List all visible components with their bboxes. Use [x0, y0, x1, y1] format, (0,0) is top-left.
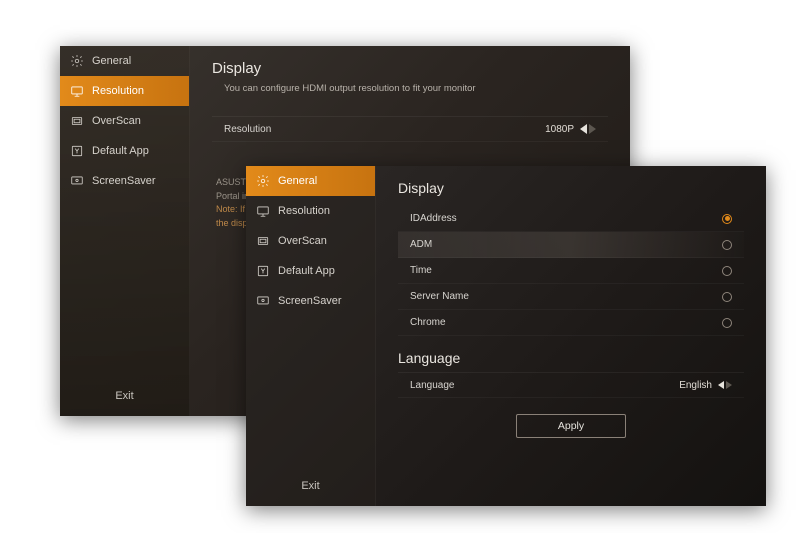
section-subtext: You can configure HDMI output resolution… [212, 83, 608, 94]
sidebar-item-resolution[interactable]: Resolution [60, 76, 189, 106]
sidebar-item-overscan[interactable]: OverScan [60, 106, 189, 136]
row-label: Chrome [410, 317, 722, 328]
sidebar-item-label: ScreenSaver [278, 295, 342, 307]
row-label: Language [410, 380, 679, 391]
display-option-adm[interactable]: ADM [398, 232, 744, 258]
sidebar-item-general[interactable]: General [60, 46, 189, 76]
row-label: Server Name [410, 291, 722, 302]
sidebar: General Resolution OverScan Default App … [60, 46, 190, 416]
sidebar-item-default-app[interactable]: Default App [60, 136, 189, 166]
overscan-icon [256, 234, 270, 248]
row-label: ADM [410, 239, 722, 250]
sidebar-item-screensaver[interactable]: ScreenSaver [60, 166, 189, 196]
sidebar-item-label: Default App [92, 145, 149, 157]
apply-button[interactable]: Apply [516, 414, 626, 438]
exit-button[interactable]: Exit [246, 468, 375, 506]
display-option-chrome[interactable]: Chrome [398, 310, 744, 336]
radio-icon[interactable] [722, 292, 732, 302]
language-row[interactable]: Language English [398, 372, 744, 398]
gear-icon [70, 54, 84, 68]
resolution-row[interactable]: Resolution 1080P [212, 116, 608, 142]
language-section-title: Language [398, 350, 744, 366]
row-value: English [679, 380, 712, 391]
screensaver-icon [256, 294, 270, 308]
display-option-time[interactable]: Time [398, 258, 744, 284]
sidebar-item-general[interactable]: General [246, 166, 375, 196]
sidebar-item-label: OverScan [278, 235, 327, 247]
row-label: Time [410, 265, 722, 276]
sidebar-item-resolution[interactable]: Resolution [246, 196, 375, 226]
display-section-title: Display [398, 180, 744, 196]
sidebar-item-label: General [278, 175, 317, 187]
display-option-server-name[interactable]: Server Name [398, 284, 744, 310]
sidebar-item-label: OverScan [92, 115, 141, 127]
value-stepper[interactable] [580, 124, 596, 134]
sidebar-item-label: Resolution [278, 205, 330, 217]
row-label: IDAddress [410, 213, 722, 224]
sidebar-item-label: ScreenSaver [92, 175, 156, 187]
sidebar-item-label: Default App [278, 265, 335, 277]
app-icon [70, 144, 84, 158]
chevron-right-icon[interactable] [589, 124, 596, 134]
sidebar-item-screensaver[interactable]: ScreenSaver [246, 286, 375, 316]
sidebar-item-default-app[interactable]: Default App [246, 256, 375, 286]
radio-icon[interactable] [722, 240, 732, 250]
settings-window-front: General Resolution OverScan Default App … [246, 166, 766, 506]
section-title: Display [212, 60, 608, 77]
radio-icon[interactable] [722, 214, 732, 224]
app-icon [256, 264, 270, 278]
radio-icon[interactable] [722, 318, 732, 328]
row-label: Resolution [224, 124, 545, 135]
display-option-idaddress[interactable]: IDAddress [398, 206, 744, 232]
sidebar-item-label: Resolution [92, 85, 144, 97]
overscan-icon [70, 114, 84, 128]
chevron-left-icon[interactable] [580, 124, 587, 134]
gear-icon [256, 174, 270, 188]
value-stepper[interactable] [718, 381, 732, 389]
monitor-icon [70, 84, 84, 98]
sidebar-item-label: General [92, 55, 131, 67]
exit-button[interactable]: Exit [60, 378, 189, 416]
content-front: Display IDAddress ADM Time Server Name C… [376, 166, 766, 506]
radio-icon[interactable] [722, 266, 732, 276]
chevron-right-icon[interactable] [726, 381, 732, 389]
sidebar-item-overscan[interactable]: OverScan [246, 226, 375, 256]
sidebar: General Resolution OverScan Default App … [246, 166, 376, 506]
screensaver-icon [70, 174, 84, 188]
chevron-left-icon[interactable] [718, 381, 724, 389]
row-value: 1080P [545, 124, 574, 135]
monitor-icon [256, 204, 270, 218]
